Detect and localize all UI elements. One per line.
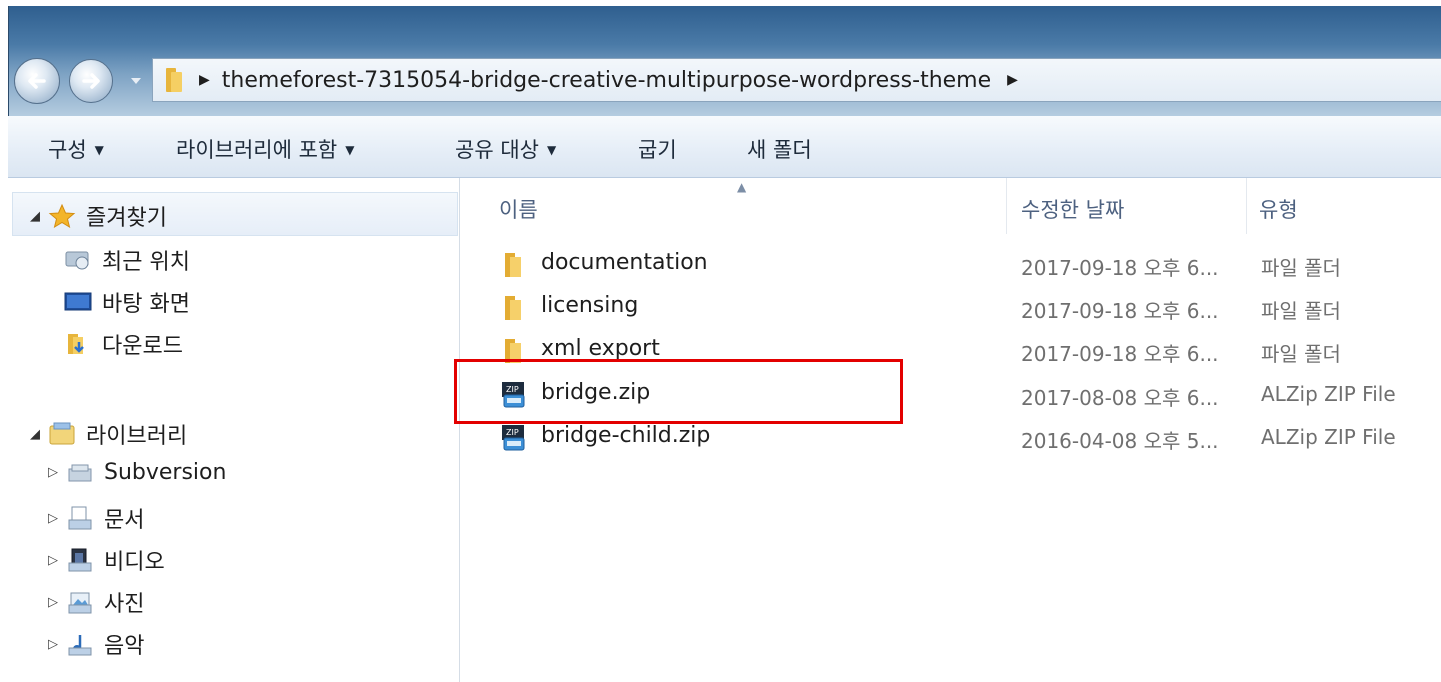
nav-item-documents[interactable]: ▷ 문서	[48, 502, 144, 534]
column-name-label: 이름	[499, 198, 538, 222]
file-row[interactable]: documentation 2017-09-18 오후 6... 파일 폴더	[461, 244, 1441, 286]
column-header-name[interactable]: 이름 ▲	[461, 178, 1007, 234]
expanded-triangle-icon[interactable]: ◢	[30, 209, 48, 224]
organize-menu[interactable]: 구성 ▼	[48, 134, 104, 164]
new-folder-label: 새 폴더	[747, 138, 812, 162]
zip-file-icon: ZIP	[502, 425, 525, 451]
file-name: bridge.zip	[541, 380, 651, 405]
nav-item-pictures[interactable]: ▷ 사진	[48, 586, 144, 618]
arrow-left-icon	[28, 73, 46, 89]
svg-text:ZIP: ZIP	[506, 385, 519, 394]
column-header-date-modified[interactable]: 수정한 날짜	[1007, 178, 1247, 234]
file-type: 파일 폴더	[1261, 299, 1341, 323]
collapsed-triangle-icon[interactable]: ▷	[48, 511, 66, 526]
file-type: ALZip ZIP File	[1261, 425, 1396, 449]
libraries-label: 라이브러리	[86, 424, 188, 449]
videos-library-icon	[66, 548, 94, 572]
file-date-modified: 2017-09-18 오후 6...	[1021, 299, 1219, 323]
back-button[interactable]	[14, 58, 60, 104]
downloads-label: 다운로드	[102, 334, 183, 359]
star-icon	[48, 203, 76, 229]
documents-library-icon	[66, 506, 94, 530]
burn-button[interactable]: 굽기	[638, 134, 677, 164]
address-bar[interactable]: ▶ themeforest-7315054-bridge-creative-mu…	[152, 58, 1441, 102]
expanded-triangle-icon[interactable]: ◢	[30, 427, 48, 442]
column-date-label: 수정한 날짜	[1021, 198, 1125, 222]
share-with-menu[interactable]: 공유 대상 ▼	[455, 134, 556, 164]
subversion-label: Subversion	[104, 460, 227, 485]
include-in-library-menu[interactable]: 라이브러리에 포함 ▼	[176, 134, 354, 164]
videos-label: 비디오	[104, 550, 165, 575]
folder-icon	[505, 296, 521, 320]
file-type: 파일 폴더	[1261, 342, 1341, 366]
nav-item-downloads[interactable]: 다운로드	[64, 328, 183, 360]
breadcrumb-separator-icon[interactable]: ▶	[199, 72, 210, 88]
library-icon	[48, 422, 76, 446]
file-row[interactable]: xml export 2017-09-18 오후 6... 파일 폴더	[461, 330, 1441, 372]
chevron-down-icon: ▼	[345, 143, 355, 157]
pictures-library-icon	[66, 590, 94, 614]
favorites-node[interactable]: ◢ 즐겨찾기	[30, 200, 167, 232]
collapsed-triangle-icon[interactable]: ▷	[48, 637, 66, 652]
nav-item-music[interactable]: ▷ 음악	[48, 628, 144, 660]
organize-label: 구성	[48, 138, 87, 162]
folder-icon	[166, 68, 182, 92]
zip-file-icon: ZIP	[502, 382, 525, 408]
new-folder-button[interactable]: 새 폴더	[747, 134, 812, 164]
burn-label: 굽기	[638, 138, 677, 162]
file-row[interactable]: ZIP bridge.zip 2017-08-08 오후 6... ALZip …	[461, 374, 1441, 416]
downloads-folder-icon	[64, 332, 92, 356]
file-name: bridge-child.zip	[541, 423, 711, 448]
file-list-pane: 이름 ▲ 수정한 날짜 유형 documentation 2017-09-18 …	[461, 178, 1441, 682]
breadcrumb-current-folder[interactable]: themeforest-7315054-bridge-creative-mult…	[222, 68, 991, 93]
desktop-label: 바탕 화면	[102, 292, 190, 317]
file-row[interactable]: ZIP bridge-child.zip 2016-04-08 오후 5... …	[461, 417, 1441, 459]
music-label: 음악	[104, 634, 145, 659]
file-name: licensing	[541, 293, 639, 318]
file-row[interactable]: licensing 2017-09-18 오후 6... 파일 폴더	[461, 287, 1441, 329]
file-date-modified: 2017-09-18 오후 6...	[1021, 342, 1219, 366]
collapsed-triangle-icon[interactable]: ▷	[48, 465, 66, 480]
subversion-library-icon	[66, 461, 94, 485]
include-in-library-label: 라이브러리에 포함	[176, 138, 338, 162]
recent-places-label: 최근 위치	[102, 250, 190, 275]
arrow-right-icon	[82, 73, 100, 89]
navigation-pane: ◢ 즐겨찾기 최근 위치 바탕 화면 다운로드 ◢ 라이브러리 ▷ Subver…	[8, 178, 460, 682]
pictures-label: 사진	[104, 592, 145, 617]
nav-item-subversion[interactable]: ▷ Subversion	[48, 460, 226, 485]
breadcrumb-expand-icon[interactable]: ▶	[1007, 72, 1018, 88]
folder-icon	[505, 339, 521, 363]
command-toolbar: 구성 ▼ 라이브러리에 포함 ▼ 공유 대상 ▼ 굽기 새 폴더	[8, 116, 1441, 178]
nav-item-videos[interactable]: ▷ 비디오	[48, 544, 165, 576]
sort-ascending-icon: ▲	[737, 180, 747, 194]
column-header-type[interactable]: 유형	[1247, 178, 1441, 234]
recent-places-icon	[64, 248, 92, 272]
libraries-node[interactable]: ◢ 라이브러리	[30, 418, 187, 450]
svg-text:ZIP: ZIP	[506, 428, 519, 437]
folder-icon	[505, 253, 521, 277]
file-type: ALZip ZIP File	[1261, 382, 1396, 406]
forward-button[interactable]	[69, 59, 113, 103]
collapsed-triangle-icon[interactable]: ▷	[48, 595, 66, 610]
favorites-label: 즐겨찾기	[86, 206, 167, 231]
file-date-modified: 2017-08-08 오후 6...	[1021, 386, 1219, 410]
file-date-modified: 2016-04-08 오후 5...	[1021, 429, 1219, 453]
file-date-modified: 2017-09-18 오후 6...	[1021, 256, 1219, 280]
music-library-icon	[66, 632, 94, 656]
recent-pages-dropdown-icon[interactable]	[130, 77, 142, 85]
chevron-down-icon: ▼	[546, 143, 557, 157]
column-type-label: 유형	[1259, 198, 1298, 222]
documents-label: 문서	[104, 508, 145, 533]
file-name: xml export	[541, 336, 660, 361]
file-name: documentation	[541, 250, 708, 275]
nav-item-recent-places[interactable]: 최근 위치	[64, 244, 190, 276]
desktop-icon	[64, 290, 92, 314]
share-with-label: 공유 대상	[455, 138, 539, 162]
file-type: 파일 폴더	[1261, 256, 1341, 280]
chevron-down-icon: ▼	[94, 143, 104, 157]
nav-item-desktop[interactable]: 바탕 화면	[64, 286, 190, 318]
collapsed-triangle-icon[interactable]: ▷	[48, 553, 66, 568]
